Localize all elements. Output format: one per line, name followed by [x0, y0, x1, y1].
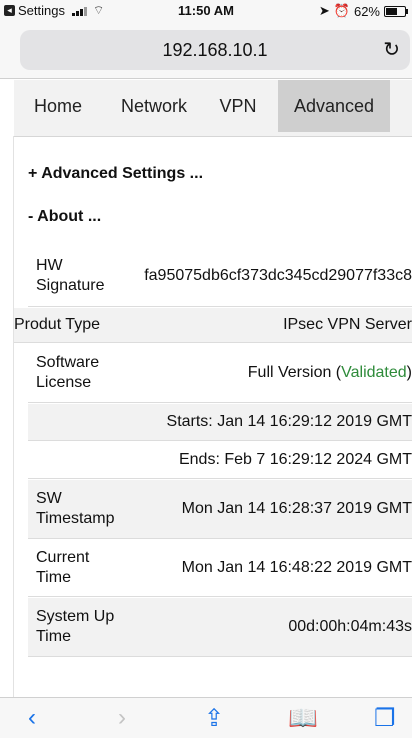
license-start: Starts: Jan 14 16:29:12 2019 GMT — [166, 413, 412, 430]
back-arrow-icon[interactable]: ‹ — [28, 704, 36, 732]
status-bar-right: ➤ ⏰ 62% — [318, 3, 408, 19]
table-row-license-start: Starts: Jan 14 16:29:12 2019 GMT — [28, 404, 412, 441]
tab-network[interactable]: Network — [106, 80, 202, 132]
share-icon[interactable]: ⇪ — [204, 704, 224, 733]
tabs-icon[interactable]: ❐ — [374, 704, 396, 733]
product-type-label: Produt Type — [14, 316, 100, 333]
tab-vpn[interactable]: VPN — [208, 80, 268, 132]
status-bar: ◂ Settings ⌔ 11:50 AM ➤ ⏰ 62% — [0, 0, 412, 22]
address-bar[interactable]: 192.168.10.1 ↻ — [20, 30, 410, 70]
table-row-software-license: Software License Full Version (Validated… — [28, 344, 412, 403]
software-license-value: Full Version (Validated) — [126, 364, 412, 382]
uptime-label: System Up Time — [36, 608, 115, 645]
table-row-hw-signature: HW Signature fa95075db6cf373dc345cd29077… — [28, 246, 412, 307]
table-row-uptime: System Up Time 00d:00h:04m:43s — [28, 598, 412, 657]
table-row-license-end: Ends: Feb 7 16:29:12 2024 GMT — [28, 442, 412, 479]
license-end: Ends: Feb 7 16:29:12 2024 GMT — [178, 451, 412, 468]
url-text[interactable]: 192.168.10.1 — [20, 30, 410, 70]
table-row-sw-timestamp: SW Timestamp Mon Jan 14 16:28:37 2019 GM… — [28, 480, 412, 539]
license-status: Validated — [341, 364, 407, 381]
tab-home[interactable]: Home — [14, 80, 102, 132]
hw-signature-value: fa95075db6cf373dc345cd29077f33c8 — [144, 267, 412, 284]
bookmarks-icon[interactable]: 📖 — [288, 704, 318, 733]
nav-tabs: Home Network VPN Advanced — [14, 80, 412, 137]
table-row-product-type: Produt Type IPsec VPN Server — [14, 308, 412, 343]
current-time-label: Current Time — [36, 549, 90, 586]
sw-timestamp-value: Mon Jan 14 16:28:37 2019 GMT — [181, 500, 412, 517]
alarm-icon: ⏰ — [333, 3, 350, 18]
license-prefix: Full Version ( — [247, 364, 342, 381]
reload-icon[interactable]: ↻ — [383, 30, 400, 70]
product-type-value: IPsec VPN Server — [283, 316, 412, 333]
bottom-toolbar: ‹ › ⇪ 📖 ❐ — [0, 697, 412, 738]
browser-toolbar: 192.168.10.1 ↻ — [0, 22, 412, 79]
table-row-current-time: Current Time Mon Jan 14 16:48:22 2019 GM… — [28, 540, 412, 597]
advanced-settings-toggle[interactable]: + Advanced Settings ... — [28, 165, 203, 183]
about-toggle[interactable]: - About ... — [28, 208, 101, 226]
battery-fill — [386, 7, 398, 15]
current-time-value: Mon Jan 14 16:48:22 2019 GMT — [181, 559, 412, 576]
tab-advanced[interactable]: Advanced — [278, 80, 390, 132]
license-suffix: ) — [406, 364, 412, 381]
content-divider — [13, 136, 14, 706]
forward-arrow-icon[interactable]: › — [118, 704, 126, 732]
hw-signature-label: HW Signature — [36, 257, 105, 294]
sw-timestamp-label: SW Timestamp — [36, 490, 115, 527]
software-license-label: Software License — [36, 354, 100, 391]
location-icon: ➤ — [318, 3, 330, 18]
uptime-value: 00d:00h:04m:43s — [288, 618, 412, 635]
battery-icon — [384, 5, 408, 17]
battery-percent: 62% — [353, 3, 380, 19]
